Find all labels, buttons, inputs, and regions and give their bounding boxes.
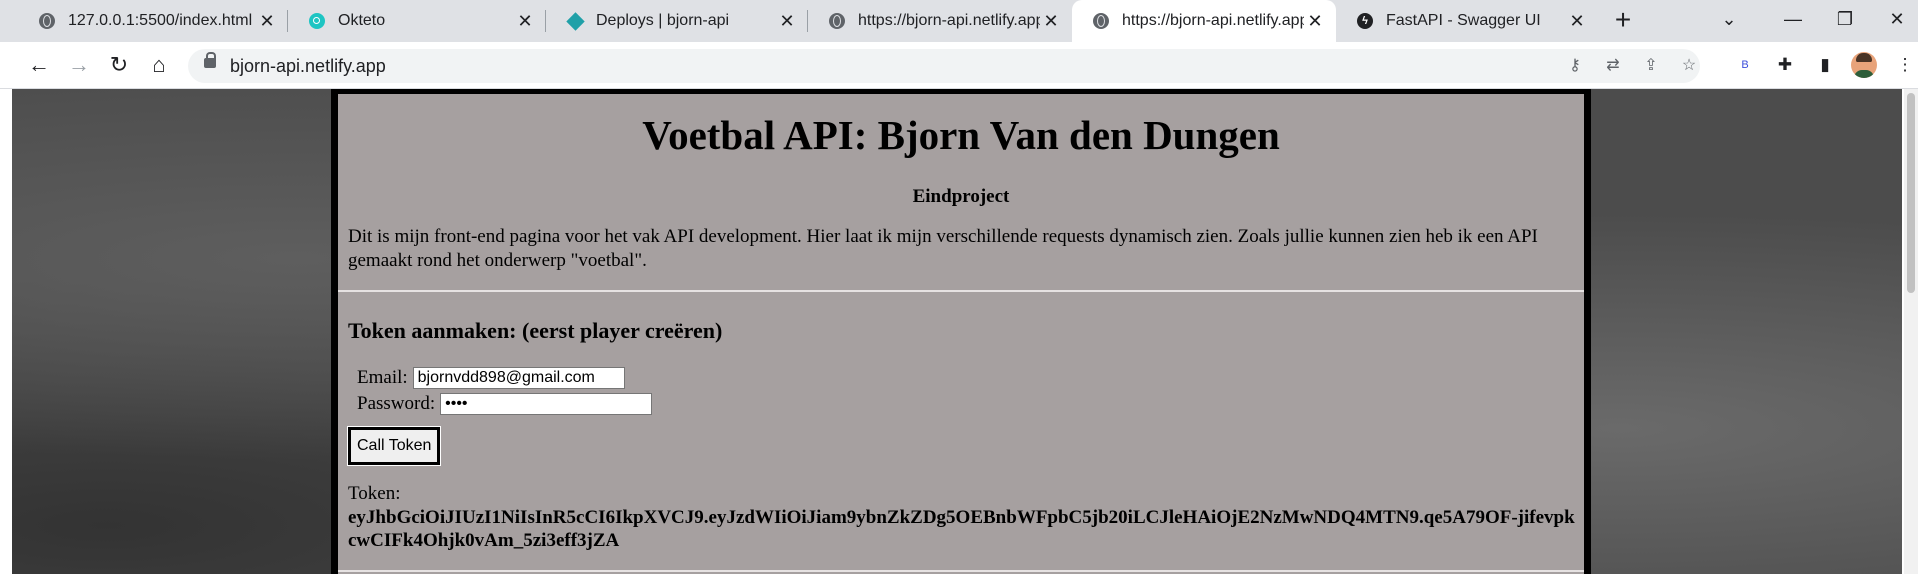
globe-icon <box>1092 12 1110 30</box>
token-section-heading: Token aanmaken: (eerst player creëren) <box>348 318 723 343</box>
close-icon[interactable]: ✕ <box>1040 10 1062 32</box>
content-card: Voetbal API: Bjorn Van den Dungen Eindpr… <box>338 94 1584 574</box>
back-arrow-icon[interactable]: ← <box>24 50 54 80</box>
section-divider <box>338 290 1584 292</box>
tab-local-index[interactable]: 127.0.0.1:5500/index.html ✕ <box>18 0 288 42</box>
browser-toolbar: ← → ↻ ⌂ bjorn-api.netlify.app ⚷ ⇄ ⇪ ☆ B … <box>0 42 1918 89</box>
tab-title: Deploys | bjorn-api <box>596 12 730 29</box>
menu-kebab-icon[interactable]: ⋮ <box>1892 52 1918 78</box>
minimize-icon[interactable]: — <box>1776 4 1810 34</box>
password-label: Password: <box>357 393 436 414</box>
close-icon[interactable]: ✕ <box>256 10 278 32</box>
token-label: Token: <box>348 483 401 504</box>
tab-title: FastAPI - Swagger UI <box>1386 12 1541 29</box>
tab-bjorn-api-1[interactable]: https://bjorn-api.netlify.app ✕ <box>808 0 1072 42</box>
globe-icon <box>38 12 56 30</box>
tab-okteto[interactable]: Okteto ✕ <box>288 0 546 42</box>
scrollbar-thumb[interactable] <box>1907 93 1915 293</box>
netlify-icon <box>565 11 585 31</box>
globe-icon <box>828 12 846 30</box>
call-token-button[interactable]: Call Token <box>346 426 442 466</box>
tab-title: https://bjorn-api.netlify.app <box>1122 12 1304 29</box>
section-divider <box>338 570 1584 572</box>
new-tab-button[interactable]: + <box>1608 6 1638 36</box>
close-icon[interactable]: ✕ <box>776 10 798 32</box>
email-row: Email: <box>357 367 625 389</box>
address-bar[interactable]: bjorn-api.netlify.app ⚷ ⇄ ⇪ ☆ <box>188 49 1700 83</box>
key-icon[interactable]: ⚷ <box>1564 55 1586 77</box>
share-icon[interactable]: ⇪ <box>1640 55 1662 77</box>
profile-avatar[interactable] <box>1851 52 1877 78</box>
email-field[interactable] <box>412 367 625 389</box>
close-icon[interactable]: ✕ <box>514 10 536 32</box>
tab-fastapi-swagger[interactable]: ϟ FastAPI - Swagger UI ✕ <box>1336 0 1598 42</box>
close-icon[interactable]: ✕ <box>1566 10 1588 32</box>
home-icon[interactable]: ⌂ <box>144 50 174 80</box>
okteto-icon <box>308 12 326 30</box>
page-subtitle: Eindproject <box>912 186 1010 207</box>
close-window-icon[interactable]: ✕ <box>1880 4 1914 34</box>
star-icon[interactable]: ☆ <box>1678 55 1700 77</box>
password-row: Password: <box>357 393 653 415</box>
tab-strip: 127.0.0.1:5500/index.html ✕ Okteto ✕ Dep… <box>0 0 1918 42</box>
tab-title: 127.0.0.1:5500/index.html <box>68 12 253 29</box>
reload-icon[interactable]: ↻ <box>104 50 134 80</box>
restore-icon[interactable]: ❐ <box>1828 4 1862 34</box>
forward-arrow-icon[interactable]: → <box>64 50 94 80</box>
close-icon[interactable]: ✕ <box>1304 10 1326 32</box>
puzzle-extensions-icon[interactable]: ✚ <box>1772 52 1798 78</box>
tab-title: https://bjorn-api.netlify.app <box>858 12 1040 29</box>
tab-bjorn-api-active[interactable]: https://bjorn-api.netlify.app ✕ <box>1072 0 1336 42</box>
token-value: eyJhbGciOiJIUzI1NiIsInR5cCI6IkpXVCJ9.eyJ… <box>348 507 1575 551</box>
intro-paragraph: Dit is mijn front-end pagina voor het va… <box>348 226 1538 271</box>
lock-icon[interactable] <box>204 52 216 68</box>
fastapi-icon: ϟ <box>1356 12 1374 30</box>
scrollbar[interactable] <box>1904 89 1918 574</box>
extension-b-icon[interactable]: B <box>1732 52 1758 78</box>
page-title: Voetbal API: Bjorn Van den Dungen <box>642 112 1280 158</box>
email-label: Email: <box>357 367 408 388</box>
tab-title: Okteto <box>338 12 386 29</box>
translate-icon[interactable]: ⇄ <box>1602 55 1624 77</box>
tab-netlify-deploys[interactable]: Deploys | bjorn-api ✕ <box>546 0 808 42</box>
password-field[interactable] <box>440 393 653 415</box>
tab-search-chevron-icon[interactable]: ⌄ <box>1712 4 1746 34</box>
page-viewport: Voetbal API: Bjorn Van den Dungen Eindpr… <box>0 89 1918 574</box>
content-frame: Voetbal API: Bjorn Van den Dungen Eindpr… <box>331 89 1591 574</box>
url-text[interactable]: bjorn-api.netlify.app <box>230 56 386 77</box>
side-panel-icon[interactable]: ▮ <box>1812 52 1838 78</box>
